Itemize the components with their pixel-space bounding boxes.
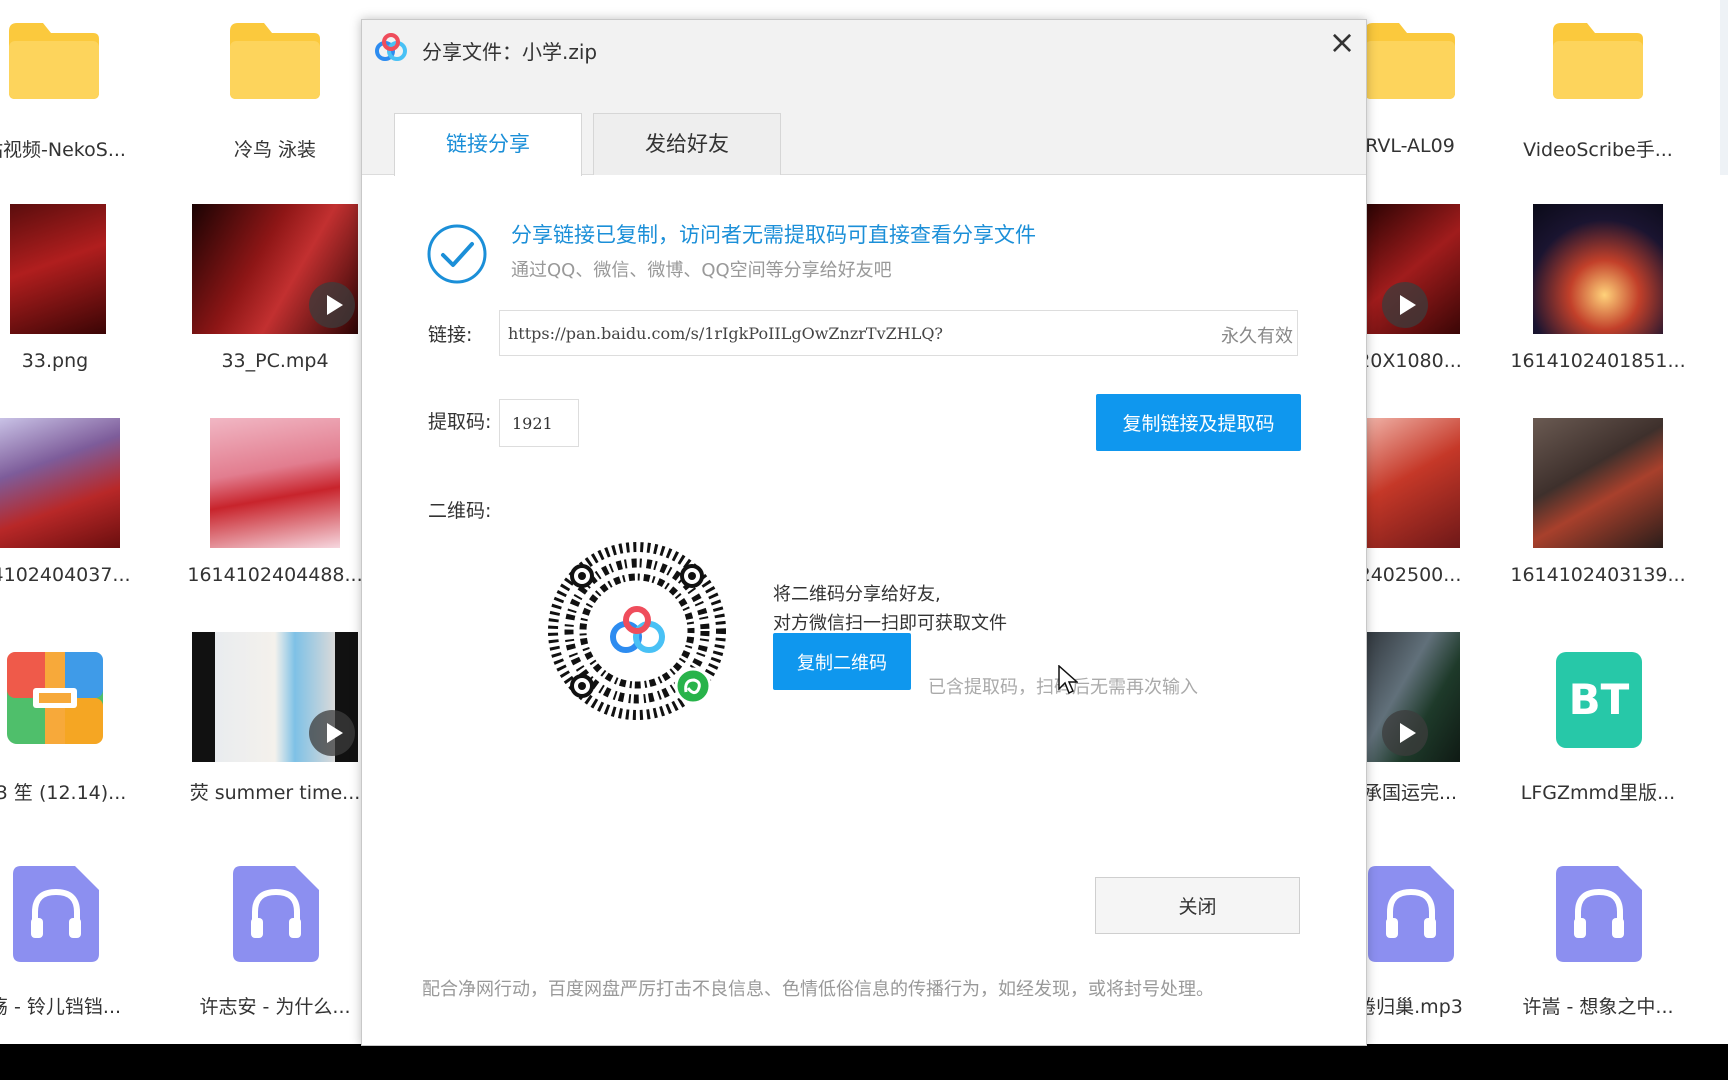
footer-notice: 配合净网行动，百度网盘严厉打击不良信息、色情低俗信息的传播行为，如经发现，或将封…: [422, 979, 1214, 1000]
check-circle-icon: [427, 224, 487, 284]
file-name: 1614102401851...: [1510, 350, 1686, 372]
extraction-code-input[interactable]: [499, 399, 579, 447]
file-name: 33.png: [21, 350, 89, 372]
qr-code-icon: [548, 542, 726, 720]
mouse-pointer-icon: [1058, 665, 1078, 695]
close-button[interactable]: 关闭: [1095, 877, 1300, 934]
code-label: 提取码:: [428, 411, 492, 433]
play-icon: [309, 710, 355, 756]
file-name: 03 笙 (12.14)...: [0, 782, 127, 804]
copy-link-and-code-button[interactable]: 复制链接及提取码: [1096, 394, 1301, 451]
image-thumbnail: [10, 204, 106, 334]
file-name: 1614102403139...: [1510, 564, 1686, 586]
file-name: 许嵩 - 想象之中...: [1522, 996, 1674, 1018]
folder-icon: [230, 23, 320, 99]
baidu-netdisk-logo-icon: [375, 33, 407, 61]
qr-label: 二维码:: [428, 500, 492, 522]
image-thumbnail: [210, 418, 340, 548]
share-link-input[interactable]: [508, 311, 1208, 355]
qr-instruction-1: 将二维码分享给好友,: [773, 584, 941, 605]
file-name: LFGZmmd里版...: [1520, 782, 1676, 804]
qr-instruction-2: 对方微信扫一扫即可获取文件: [773, 613, 1007, 634]
file-name: 1614102404488...: [187, 564, 363, 586]
file-name: 站视频-NekoS...: [0, 139, 126, 161]
audio-file-icon: [13, 866, 99, 962]
tab-bar: 链接分享 发给好友: [362, 77, 1366, 176]
audio-file-icon: [233, 866, 319, 962]
play-icon: [1382, 710, 1428, 756]
link-field: 永久有效: [499, 310, 1298, 356]
file-name: VideoScribe手...: [1523, 139, 1673, 161]
share-dialog: 分享文件：小学.zip × 链接分享 发给好友 分享链接已复制，访问者无需提取码…: [361, 19, 1367, 1046]
play-icon: [309, 282, 355, 328]
play-icon: [1382, 282, 1428, 328]
file-name: 觞 - 铃儿铛铛...: [0, 996, 122, 1018]
file-name: 冷鸟 泳装: [233, 139, 317, 161]
taskbar: [0, 1044, 1728, 1080]
success-hint: 通过QQ、微信、微博、QQ空间等分享给好友吧: [511, 260, 892, 281]
link-validity-dropdown[interactable]: 永久有效: [1221, 322, 1293, 348]
file-name: 许志安 - 为什么...: [199, 996, 351, 1018]
file-name: 荧 summer time...: [189, 782, 361, 804]
tab-send-to-friend[interactable]: 发给好友: [593, 113, 781, 175]
folder-icon: [1365, 23, 1455, 99]
bt-file-icon: BT: [1556, 652, 1642, 748]
image-thumbnail: [1364, 418, 1460, 548]
scrollbar[interactable]: [1720, 0, 1728, 175]
dialog-titlebar: 分享文件：小学.zip ×: [362, 20, 1366, 77]
dialog-title: 分享文件：小学.zip: [422, 40, 598, 64]
image-thumbnail: [1533, 204, 1663, 334]
folder-icon: [1553, 23, 1643, 99]
close-icon[interactable]: ×: [1326, 26, 1358, 58]
success-message: 分享链接已复制，访问者无需提取码可直接查看分享文件: [511, 223, 1036, 247]
audio-file-icon: [1368, 866, 1454, 962]
file-name: 14102404037...: [0, 564, 131, 586]
image-thumbnail: [0, 418, 120, 548]
link-label: 链接:: [428, 324, 473, 346]
archive-icon: [7, 652, 103, 744]
folder-icon: [9, 23, 99, 99]
image-thumbnail: [1533, 418, 1663, 548]
audio-file-icon: [1556, 866, 1642, 962]
copy-qr-button[interactable]: 复制二维码: [773, 633, 911, 690]
file-name: 33_PC.mp4: [221, 350, 329, 372]
tab-link-share[interactable]: 链接分享: [394, 113, 582, 176]
